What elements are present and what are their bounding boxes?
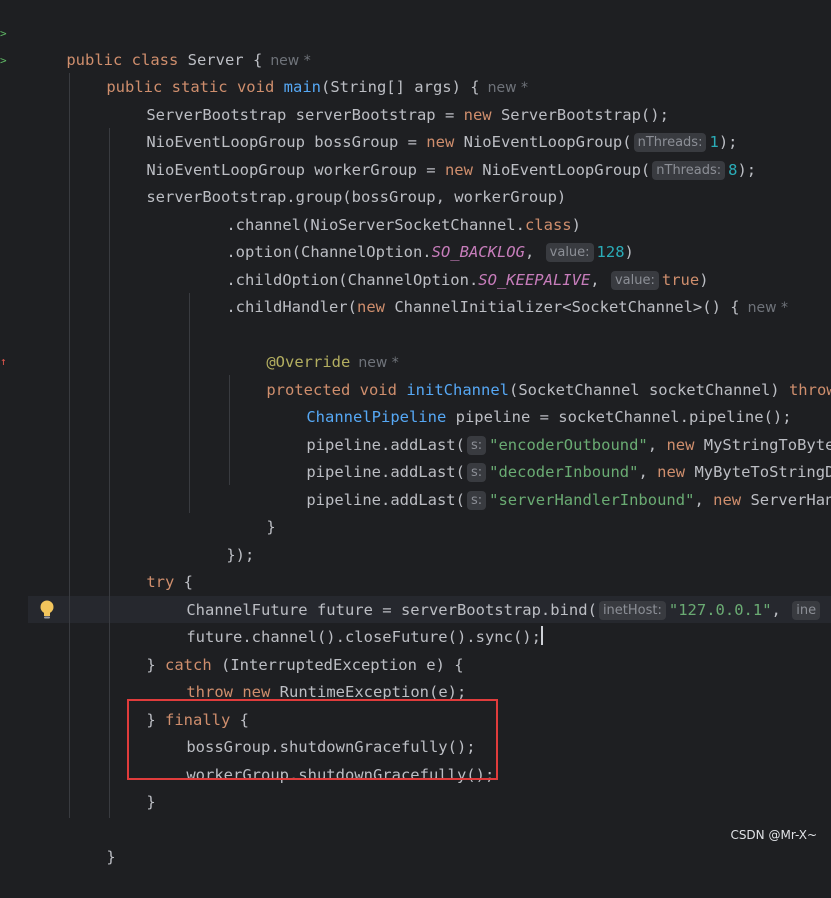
code-line-4: NioEventLoopGroup bossGroup = new NioEve… (146, 133, 738, 152)
code-line-6: serverBootstrap.group(bossGroup, workerG… (146, 188, 567, 206)
code-line-22: } catch (InterruptedException e) { (146, 656, 464, 674)
code-line-23: throw new RuntimeException(e); (186, 683, 467, 701)
code-line-8: .option(ChannelOption.SO_BACKLOG, value:… (226, 243, 634, 262)
text-caret (540, 626, 543, 645)
code-line-9: .childOption(ChannelOption.SO_KEEPALIVE,… (226, 271, 709, 290)
code-line-21: future.channel().closeFuture().sync(); (186, 626, 543, 646)
run-main-icon[interactable]: > (0, 28, 7, 39)
code-line-19: try { (146, 573, 193, 591)
param-hint: ine (792, 601, 821, 620)
lightbulb-icon[interactable] (38, 599, 56, 621)
param-hint: s: (466, 491, 487, 510)
editor-gutter: > > ↑ (0, 0, 28, 850)
code-line-15: pipeline.addLast(s: "decoderInbound", new… (306, 463, 831, 482)
code-line-18: }); (226, 546, 255, 564)
code-line-20: ChannelFuture future = serverBootstrap.b… (149, 570, 823, 620)
annotation-highlight-box (127, 699, 498, 780)
code-line-13: ChannelPipeline pipeline = socketChannel… (306, 408, 792, 426)
code-line-2: public static void main(String[] args) {… (106, 78, 529, 96)
override-icon[interactable]: ↑ (0, 356, 7, 367)
param-hint: inetHost: (598, 601, 666, 620)
param-hint: nThreads: (652, 161, 726, 180)
code-line-10: .childHandler(new ChannelInitializer<Soc… (226, 298, 788, 316)
code-line-16: pipeline.addLast(s: "serverHandlerInbound… (306, 491, 831, 510)
code-line-29: } (106, 848, 116, 866)
run-method-icon[interactable]: > (0, 55, 7, 66)
code-line-12: protected void initChannel(SocketChannel… (266, 381, 831, 399)
code-line-5: NioEventLoopGroup workerGroup = new NioE… (146, 161, 757, 180)
code-line-14: pipeline.addLast(s: "encoderOutbound", ne… (306, 436, 831, 455)
watermark: CSDN @Mr-X~ (730, 828, 817, 842)
code-line-3: ServerBootstrap serverBootstrap = new Se… (146, 106, 669, 124)
code-line-11: @Override new * (266, 353, 399, 371)
code-line-17: } (266, 518, 276, 536)
code-line-7: .channel(NioServerSocketChannel.class) (226, 216, 581, 234)
code-line-1: public class Server {new * (66, 51, 311, 69)
author-hint: new * (747, 300, 788, 316)
indent-guide (69, 73, 70, 818)
